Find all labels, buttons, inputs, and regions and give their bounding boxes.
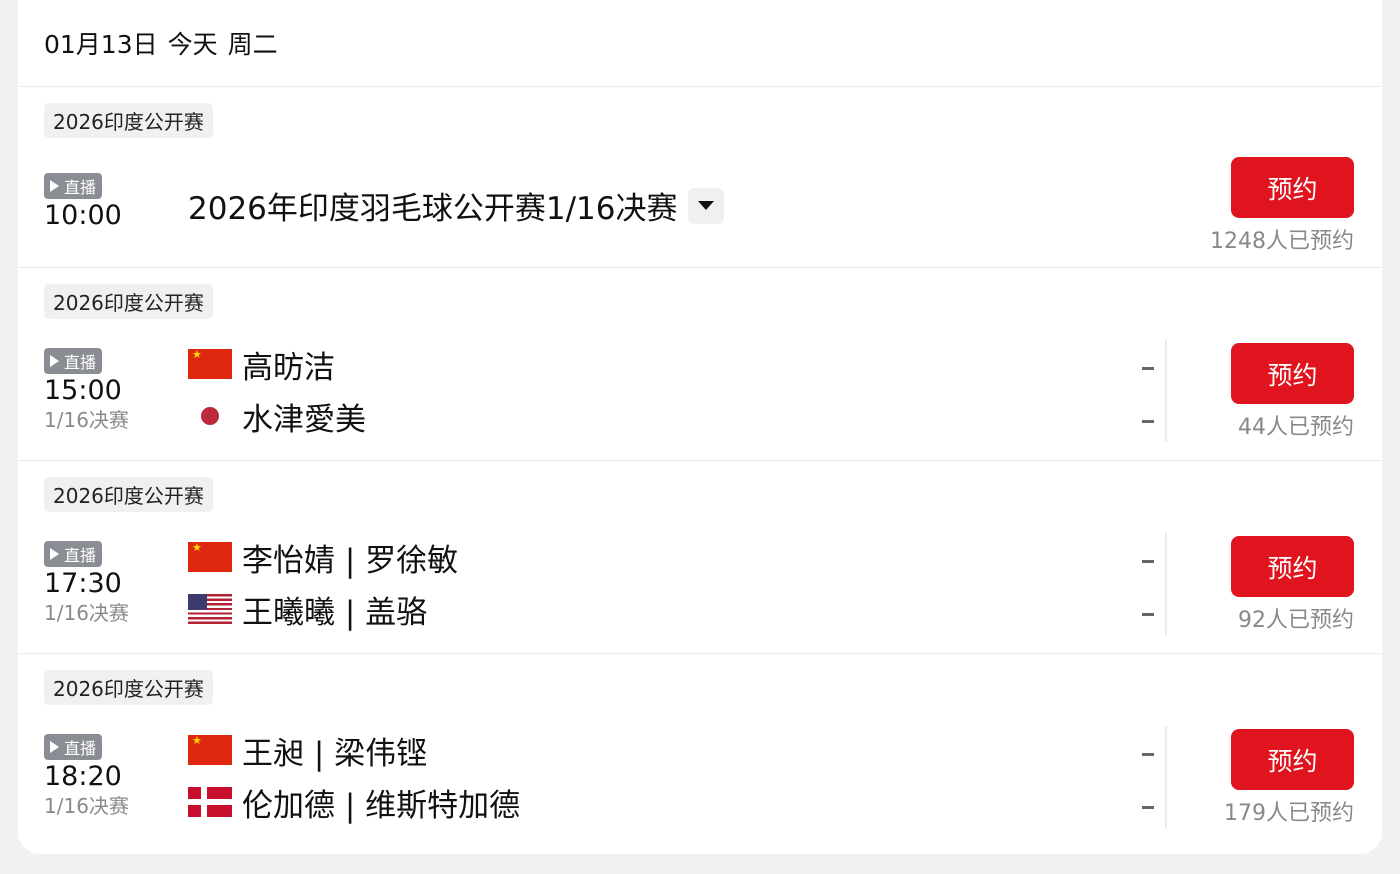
start-time: 15:00 [44, 375, 122, 406]
live-badge: 直播 [44, 173, 103, 199]
match-item[interactable]: 2026印度公开赛 直播 15:00 1/16决赛 ★ 高昉洁 水津愛美 预约 … [18, 268, 1382, 461]
round-label: 1/16决赛 [44, 601, 129, 625]
live-badge: 直播 [44, 734, 103, 760]
header-weekday: 周二 [227, 30, 278, 59]
start-time: 10:00 [44, 200, 122, 231]
china-flag-icon: ★ [188, 542, 232, 572]
reserve-button[interactable]: 预约 [1231, 729, 1354, 790]
player-row[interactable]: 水津愛美 [188, 396, 366, 438]
date-header: 01月13日 今天 周二 [18, 0, 1382, 87]
china-flag-icon: ★ [188, 349, 232, 379]
divider [1165, 340, 1167, 442]
divider [1165, 726, 1167, 828]
live-badge: 直播 [44, 348, 103, 374]
tournament-tag[interactable]: 2026印度公开赛 [44, 670, 213, 705]
score-placeholder [1142, 613, 1154, 616]
match-item[interactable]: 2026印度公开赛 直播 18:20 1/16决赛 ★ 王昶 | 梁伟铿 伦加德… [18, 654, 1382, 854]
player-name: 水津愛美 [242, 401, 366, 438]
match-item[interactable]: 2026印度公开赛 直播 17:30 1/16决赛 ★ 李怡婧 | 罗徐敏 王曦… [18, 461, 1382, 654]
japan-flag-icon [188, 401, 232, 431]
usa-flag-icon [188, 594, 232, 624]
time-column: 直播 17:30 1/16决赛 [44, 541, 129, 625]
round-label: 1/16决赛 [44, 794, 129, 818]
score-placeholder [1142, 420, 1154, 423]
reserve-button[interactable]: 预约 [1231, 343, 1354, 404]
reserve-count: 44人已预约 [1238, 415, 1354, 440]
time-column: 直播 18:20 1/16决赛 [44, 734, 129, 818]
player-name: 王昶 | 梁伟铿 [242, 735, 428, 772]
start-time: 18:20 [44, 761, 122, 792]
score-placeholder [1142, 367, 1154, 370]
play-icon [50, 548, 59, 560]
player-row[interactable]: 伦加德 | 维斯特加德 [188, 782, 521, 824]
reserve-button[interactable]: 预约 [1231, 536, 1354, 597]
denmark-flag-icon [188, 787, 232, 817]
header-today: 今天 [167, 30, 218, 59]
player-row[interactable]: ★ 王昶 | 梁伟铿 [188, 730, 428, 772]
player-name: 伦加德 | 维斯特加德 [242, 787, 521, 824]
divider [1165, 533, 1167, 635]
player-name: 王曦曦 | 盖骆 [242, 594, 428, 631]
reserve-count: 92人已预约 [1238, 608, 1354, 633]
live-badge: 直播 [44, 541, 103, 567]
play-icon [50, 741, 59, 753]
player-row[interactable]: 王曦曦 | 盖骆 [188, 589, 428, 631]
tournament-tag[interactable]: 2026印度公开赛 [44, 103, 213, 138]
play-icon [50, 355, 59, 367]
expand-button[interactable] [687, 187, 724, 224]
time-column: 直播 10:00 [44, 173, 122, 231]
reserve-count: 1248人已预约 [1210, 229, 1354, 254]
score-placeholder [1142, 806, 1154, 809]
china-flag-icon: ★ [188, 735, 232, 765]
schedule-card: 01月13日 今天 周二 2026印度公开赛 直播 10:00 2026年印度羽… [18, 0, 1382, 854]
match-item[interactable]: 2026印度公开赛 直播 10:00 2026年印度羽毛球公开赛1/16决赛 预… [18, 87, 1382, 268]
header-date: 01月13日 [44, 30, 158, 59]
chevron-down-icon [697, 201, 714, 210]
tournament-tag[interactable]: 2026印度公开赛 [44, 284, 213, 319]
start-time: 17:30 [44, 568, 122, 599]
round-label: 1/16决赛 [44, 408, 129, 432]
score-placeholder [1142, 560, 1154, 563]
reserve-count: 179人已预约 [1224, 801, 1354, 826]
time-column: 直播 15:00 1/16决赛 [44, 348, 129, 432]
player-row[interactable]: ★ 李怡婧 | 罗徐敏 [188, 537, 459, 579]
player-name: 李怡婧 | 罗徐敏 [242, 542, 459, 579]
play-icon [50, 180, 59, 192]
score-placeholder [1142, 753, 1154, 756]
player-name: 高昉洁 [242, 349, 335, 386]
player-row[interactable]: ★ 高昉洁 [188, 344, 335, 386]
event-title[interactable]: 2026年印度羽毛球公开赛1/16决赛 [188, 183, 724, 228]
reserve-button[interactable]: 预约 [1231, 157, 1354, 218]
event-title-text: 2026年印度羽毛球公开赛1/16决赛 [188, 191, 678, 227]
tournament-tag[interactable]: 2026印度公开赛 [44, 477, 213, 512]
